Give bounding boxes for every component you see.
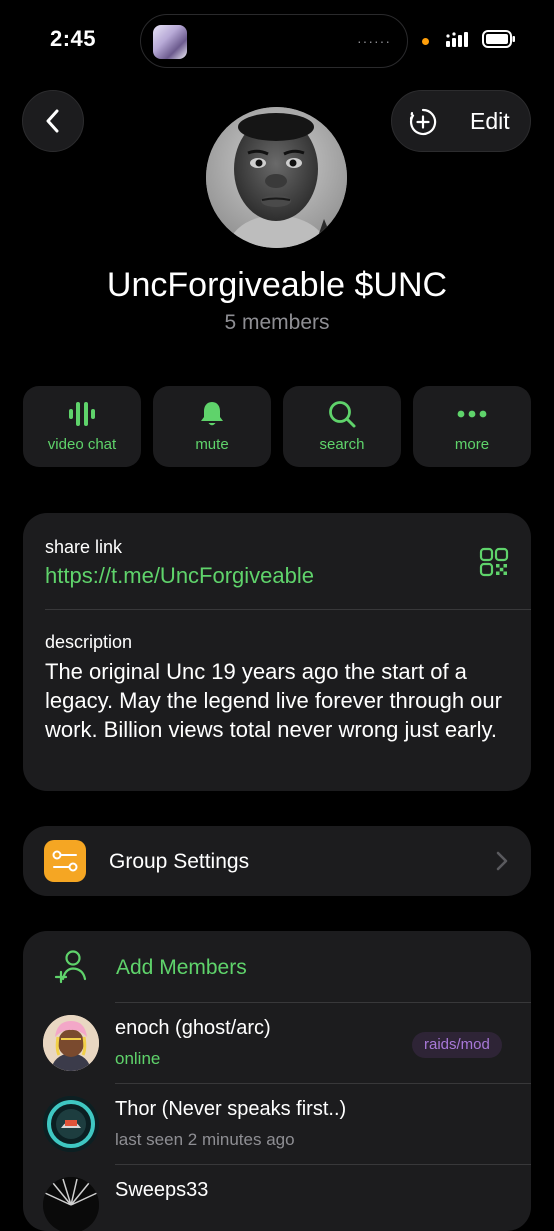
search-label: search xyxy=(319,436,365,453)
app-thumbnail-icon xyxy=(153,25,187,59)
share-link-title: share link xyxy=(45,537,123,557)
video-chat-label: video chat xyxy=(47,436,117,453)
video-chat-button[interactable]: video chat xyxy=(23,386,141,467)
member-name: Sweeps33 xyxy=(115,1179,209,1201)
group-settings-label: Group Settings xyxy=(109,850,250,873)
cellular-signal-icon xyxy=(446,32,468,47)
status-time: 2:45 xyxy=(50,26,97,51)
member-name: Thor (Never speaks first..) xyxy=(115,1098,347,1120)
list-item[interactable]: Thor (Never speaks first..) last seen 2 … xyxy=(23,1084,531,1164)
add-members-label: Add Members xyxy=(116,956,247,979)
description-title: description xyxy=(45,632,133,652)
list-item[interactable]: Sweeps33 xyxy=(23,1165,531,1231)
bell-icon xyxy=(201,402,223,426)
avatar xyxy=(43,1015,99,1071)
mute-button[interactable]: mute xyxy=(153,386,271,467)
share-link-url[interactable]: https://t.me/UncForgiveable xyxy=(45,563,314,589)
member-status: online xyxy=(115,1049,161,1068)
group-name: UncForgiveable $UNC xyxy=(106,266,448,304)
battery-icon xyxy=(482,30,515,48)
chevron-right-icon xyxy=(496,851,508,871)
members-card: Add Members enoch (ghost/arc) online rai… xyxy=(23,931,531,1231)
info-card: share link https://t.me/UncForgiveable d… xyxy=(23,513,531,791)
description-text: The original Unc 19 years ago the start … xyxy=(45,659,502,742)
group-photo xyxy=(206,107,347,248)
role-badge: raids/mod xyxy=(412,1032,502,1058)
avatar xyxy=(43,1096,99,1152)
mute-label: mute xyxy=(195,436,229,453)
edit-button[interactable]: Edit xyxy=(391,90,531,152)
settings-sliders-icon xyxy=(44,840,86,882)
add-members-row[interactable]: Add Members xyxy=(23,931,531,1001)
member-name: enoch (ghost/arc) xyxy=(115,1017,271,1039)
search-icon xyxy=(329,401,356,428)
voice-chat-icon xyxy=(69,402,95,426)
privacy-indicator-dot xyxy=(422,38,429,45)
more-label: more xyxy=(454,436,490,453)
members-count: 5 members xyxy=(224,311,330,334)
edit-label: Edit xyxy=(470,108,510,134)
island-indicator: ······ xyxy=(357,33,391,49)
avatar xyxy=(43,1177,99,1231)
add-user-icon xyxy=(54,950,87,984)
more-button[interactable]: more xyxy=(413,386,531,467)
back-button[interactable] xyxy=(22,90,84,152)
divider xyxy=(45,609,531,610)
add-story-icon xyxy=(409,108,437,136)
chevron-left-icon xyxy=(46,109,59,133)
group-avatar[interactable] xyxy=(206,107,347,248)
more-icon xyxy=(457,410,487,418)
search-button[interactable]: search xyxy=(283,386,401,467)
dynamic-island[interactable]: ······ xyxy=(140,14,408,68)
qr-code-icon[interactable] xyxy=(479,547,509,577)
member-status: last seen 2 minutes ago xyxy=(115,1130,295,1149)
group-settings-row[interactable]: Group Settings xyxy=(23,826,531,896)
